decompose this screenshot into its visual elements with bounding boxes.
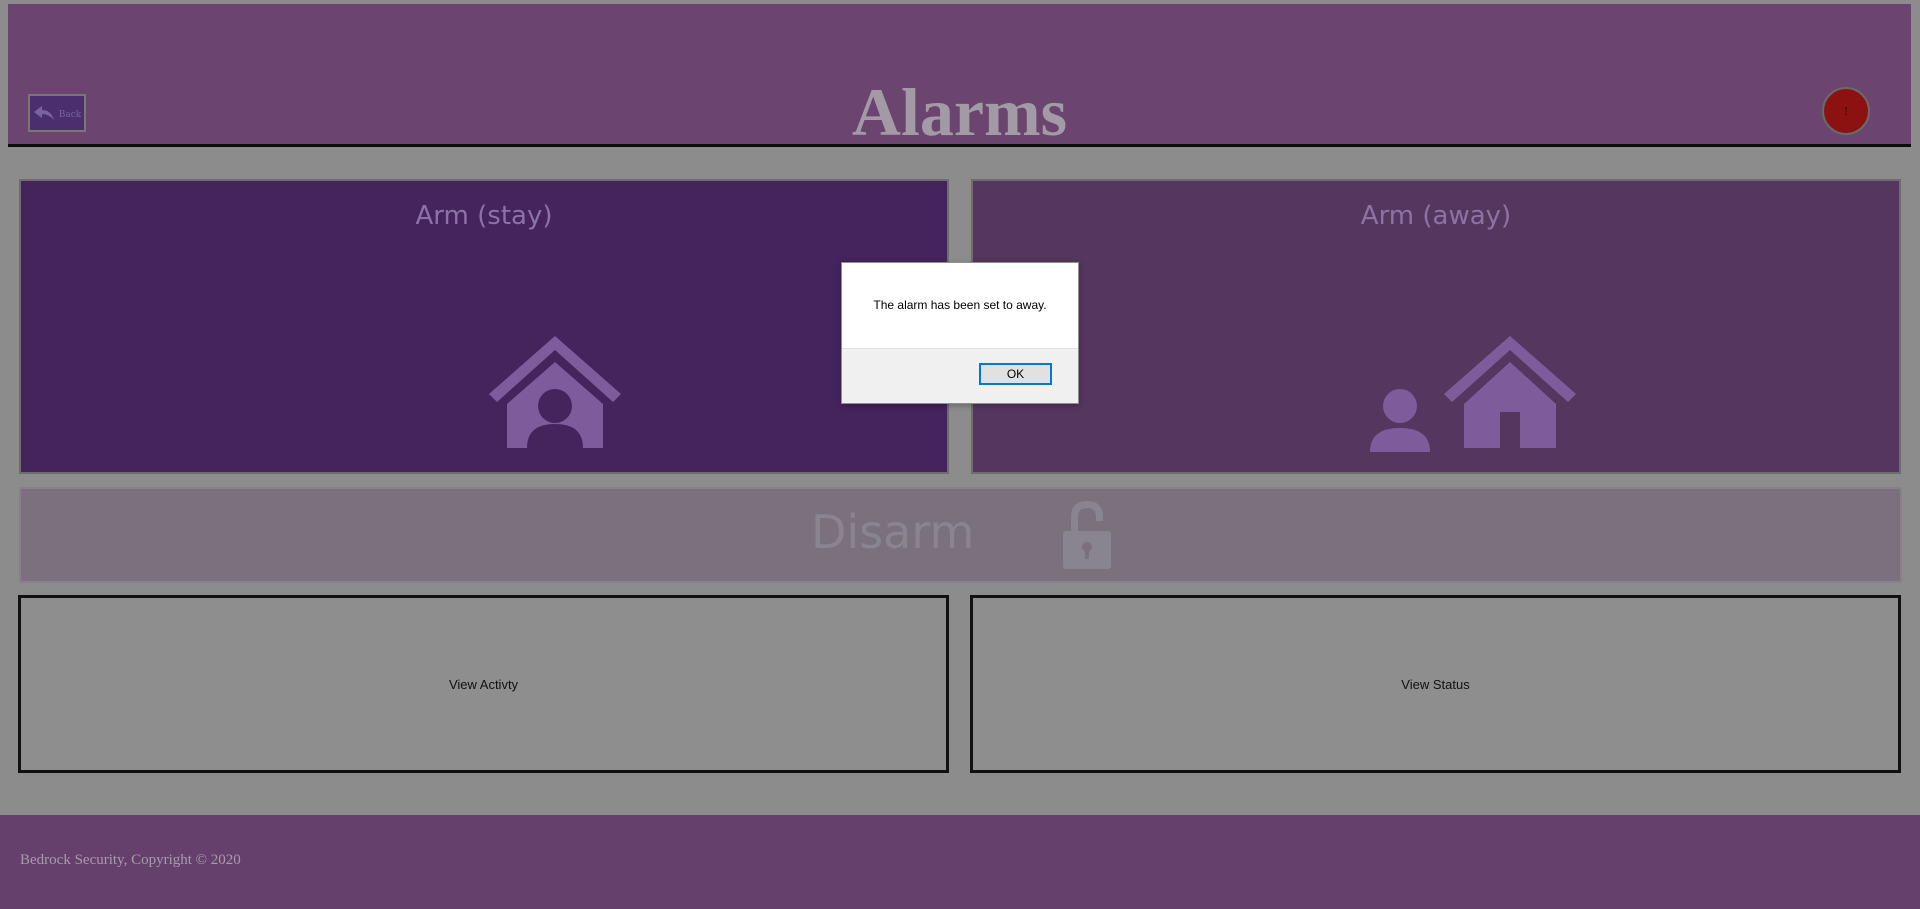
dialog-message: The alarm has been set to away. — [873, 298, 1047, 312]
arm-stay-label: Arm (stay) — [415, 201, 553, 231]
dialog-footer: OK — [842, 348, 1078, 403]
view-activity-label: View Activty — [448, 676, 519, 692]
person-in-house-icon — [489, 336, 621, 448]
alert-button[interactable]: ! — [1822, 87, 1870, 135]
footer: Bedrock Security, Copyright © 2020 — [0, 815, 1920, 909]
disarm-button[interactable]: Disarm — [19, 487, 1902, 583]
arm-away-button[interactable]: Arm (away) — [971, 179, 1901, 474]
disarm-label: Disarm — [811, 505, 975, 559]
unlocked-padlock-icon — [1063, 501, 1111, 569]
alert-dialog: The alarm has been set to away. OK — [841, 262, 1079, 404]
header: Back Alarms ! — [8, 4, 1911, 150]
alert-label: ! — [1843, 104, 1849, 118]
ok-button[interactable]: OK — [979, 363, 1052, 385]
view-activity-button[interactable]: View Activty — [18, 595, 949, 773]
copyright-text: Bedrock Security, Copyright © 2020 — [20, 852, 241, 868]
alarms-app: Back Alarms ! Arm (stay) Arm (away) Disa… — [0, 0, 1920, 909]
view-status-button[interactable]: View Status — [970, 595, 1901, 773]
page-title: Alarms — [851, 74, 1068, 150]
view-status-label: View Status — [1401, 676, 1470, 692]
arm-away-label: Arm (away) — [1360, 201, 1512, 231]
arm-stay-button[interactable]: Arm (stay) — [19, 179, 949, 474]
person-away-from-house-icon — [1370, 336, 1576, 452]
